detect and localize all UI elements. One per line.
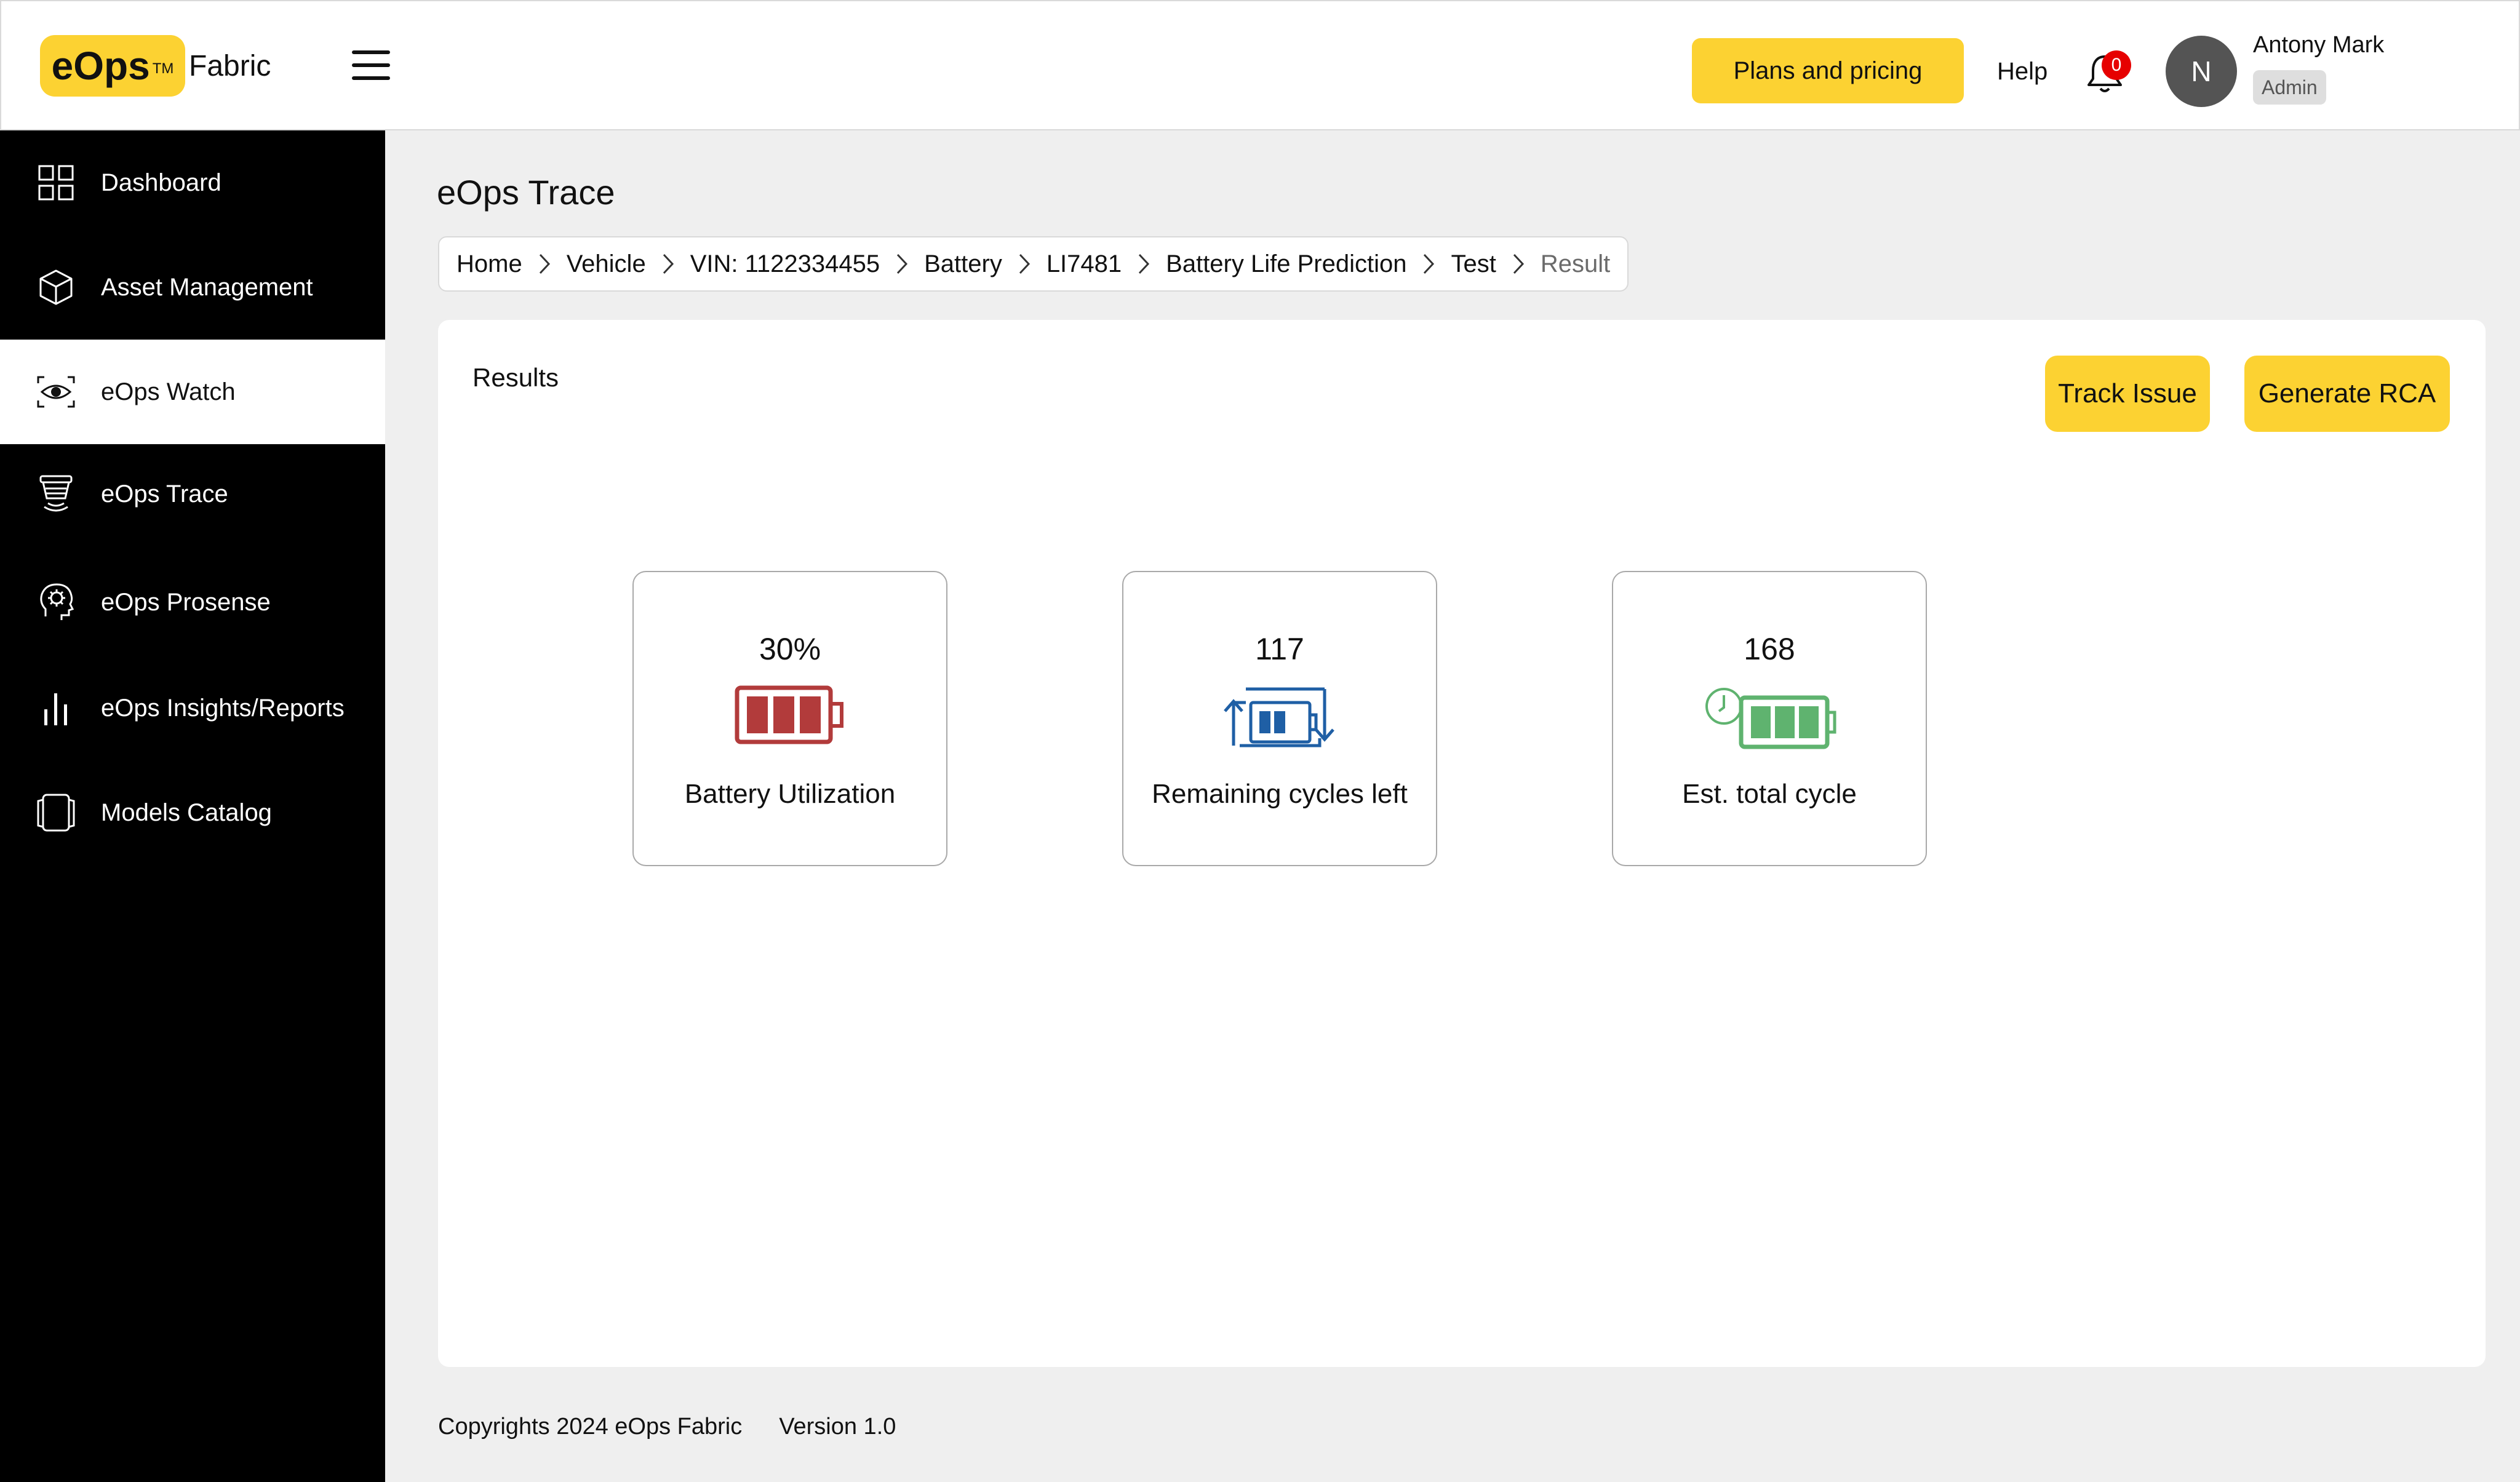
chevron-right-icon [646,249,690,279]
logo-text: eOps [51,44,150,88]
brain-icon [36,582,76,623]
sidebar-item-label: Models Catalog [101,799,272,826]
chevron-right-icon [522,249,567,279]
card-value: 168 [1744,632,1795,666]
breadcrumb-test[interactable]: Test [1451,250,1496,278]
logo-trademark: TM [152,60,174,77]
help-link[interactable]: Help [1997,58,2048,86]
chevron-right-icon [1406,249,1451,279]
chevron-right-icon [880,249,924,279]
battery-cycle-icon [1123,684,1436,758]
breadcrumb-vehicle[interactable]: Vehicle [567,250,646,278]
cube-icon [36,267,76,308]
battery-utilization-card: 30% Battery Utilization [632,571,947,866]
sidebar-item-eops-insights-reports[interactable]: eOps Insights/Reports [0,656,385,760]
chevron-right-icon [1122,249,1166,279]
sidebar-item-label: Asset Management [101,273,313,301]
catalog-icon [36,792,76,833]
footer-copyright: Copyrights 2024 eOps Fabric [438,1414,743,1440]
footer: Copyrights 2024 eOps Fabric Version 1.0 [438,1414,896,1440]
battery-red-icon [634,684,946,758]
sidebar-item-eops-prosense[interactable]: eOps Prosense [0,550,385,655]
sidebar-item-label: Dashboard [101,169,221,196]
logo-suffix: Fabric [189,49,271,82]
chevron-right-icon [1002,249,1047,279]
sidebar-item-label: eOps Trace [101,480,228,508]
results-heading: Results [472,363,559,392]
sidebar-item-label: eOps Watch [101,378,236,405]
sidebar-item-dashboard[interactable]: Dashboard [0,130,385,235]
card-value: 117 [1255,632,1304,666]
battery-clock-icon [1613,684,1926,758]
chevron-right-icon [1496,249,1541,279]
trace-icon [36,474,76,514]
track-issue-button[interactable]: Track Issue [2045,356,2210,432]
notification-count-badge: 0 [2102,50,2131,80]
card-label: Est. total cycle [1682,779,1857,809]
sidebar-item-label: eOps Prosense [101,588,271,616]
breadcrumb-result: Result [1540,250,1611,277]
breadcrumb-battery-life-prediction[interactable]: Battery Life Prediction [1166,250,1406,278]
card-label: Remaining cycles left [1152,779,1408,809]
breadcrumb-vin[interactable]: VIN: 1122334455 [690,250,880,278]
footer-version: Version 1.0 [779,1414,896,1440]
breadcrumb: Home Vehicle VIN: 1122334455 Battery LI7… [438,236,1629,292]
plans-and-pricing-button[interactable]: Plans and pricing [1692,38,1964,103]
user-role-badge: Admin [2253,70,2326,105]
page-title: eOps Trace [437,173,615,212]
sidebar-item-models-catalog[interactable]: Models Catalog [0,760,385,865]
user-name: Antony Mark [2253,32,2385,58]
sidebar-item-label: eOps Insights/Reports [101,694,345,722]
eye-scan-icon [36,372,76,412]
top-header: eOps TM Fabric Plans and pricing Help 0 N… [0,0,2520,130]
card-label: Battery Utilization [684,779,896,809]
grid-icon [36,162,76,203]
remaining-cycles-card: 117 Remaining cycles left [1122,571,1437,866]
results-panel: Results Track Issue Generate RCA 30% Bat… [438,320,2486,1367]
breadcrumb-battery[interactable]: Battery [924,250,1002,278]
app-logo[interactable]: eOps TM Fabric [40,35,271,97]
breadcrumb-battery-id[interactable]: LI7481 [1047,250,1122,278]
logo-badge: eOps TM [40,35,185,97]
menu-toggle-icon[interactable] [352,50,390,80]
bar-chart-icon [36,688,76,728]
sidebar: Dashboard Asset Management eOps Watch eO… [0,130,385,1482]
sidebar-item-eops-watch[interactable]: eOps Watch [0,340,385,444]
card-value: 30% [759,632,821,666]
generate-rca-button[interactable]: Generate RCA [2244,356,2450,432]
sidebar-item-eops-trace[interactable]: eOps Trace [0,442,385,546]
breadcrumb-home[interactable]: Home [457,250,522,278]
sidebar-item-asset-management[interactable]: Asset Management [0,235,385,340]
avatar[interactable]: N [2166,36,2237,107]
est-total-cycle-card: 168 Est. total cycle [1612,571,1927,866]
